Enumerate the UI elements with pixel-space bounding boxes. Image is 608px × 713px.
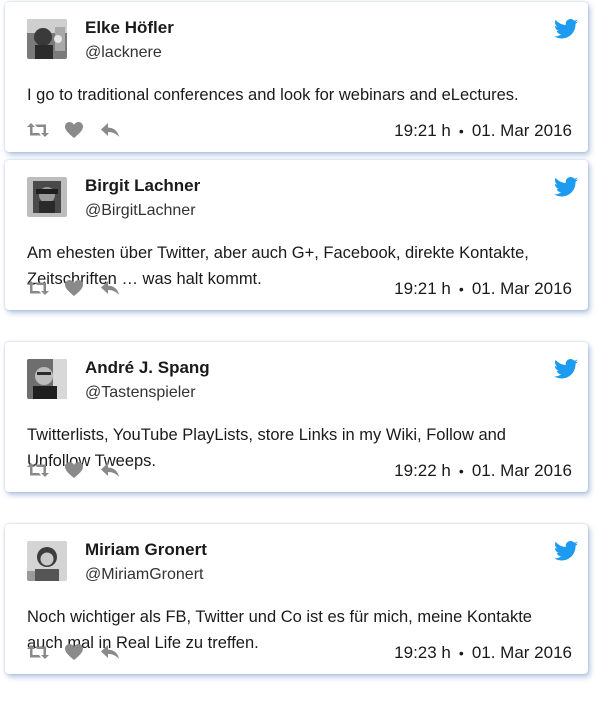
separator-dot: •: [458, 281, 464, 297]
tweet-card[interactable]: Elke Höfler @lacknere I go to traditiona…: [5, 2, 588, 152]
separator-dot: •: [458, 123, 464, 139]
tweet-time: 19:22 h: [394, 461, 451, 480]
tweet-timestamp[interactable]: 19:22 h • 01. Mar 2016: [394, 461, 572, 481]
avatar[interactable]: [27, 177, 67, 217]
tweet-date: 01. Mar 2016: [471, 461, 572, 480]
reply-icon[interactable]: [99, 643, 121, 661]
tweet-actions: [27, 460, 135, 480]
author-handle[interactable]: @Tastenspieler: [85, 384, 196, 402]
retweet-icon[interactable]: [27, 121, 49, 139]
avatar[interactable]: [27, 19, 67, 59]
author-name[interactable]: Elke Höfler: [85, 18, 174, 38]
avatar[interactable]: [27, 541, 67, 581]
author-name[interactable]: André J. Spang: [85, 358, 210, 378]
reply-icon[interactable]: [99, 279, 121, 297]
retweet-icon[interactable]: [27, 643, 49, 661]
separator-dot: •: [458, 463, 464, 479]
retweet-icon[interactable]: [27, 461, 49, 479]
tweet-time: 19:21 h: [394, 279, 451, 298]
tweet-timestamp[interactable]: 19:23 h • 01. Mar 2016: [394, 643, 572, 663]
heart-icon[interactable]: [63, 461, 85, 479]
tweet-time: 19:23 h: [394, 643, 451, 662]
tweet-timestamp[interactable]: 19:21 h • 01. Mar 2016: [394, 279, 572, 299]
author-handle[interactable]: @lacknere: [85, 44, 162, 62]
tweet-time: 19:21 h: [394, 121, 451, 140]
tweet-actions: [27, 278, 135, 298]
tweet-date: 01. Mar 2016: [471, 121, 572, 140]
author-handle[interactable]: @BirgitLachner: [85, 202, 196, 220]
heart-icon[interactable]: [63, 279, 85, 297]
heart-icon[interactable]: [63, 643, 85, 661]
retweet-icon[interactable]: [27, 279, 49, 297]
separator-dot: •: [458, 645, 464, 661]
avatar[interactable]: [27, 359, 67, 399]
heart-icon[interactable]: [63, 121, 85, 139]
tweet-timestamp[interactable]: 19:21 h • 01. Mar 2016: [394, 121, 572, 141]
author-handle[interactable]: @MiriamGronert: [85, 566, 203, 584]
tweet-date: 01. Mar 2016: [471, 643, 572, 662]
tweet-card[interactable]: André J. Spang @Tastenspieler Twitterlis…: [5, 342, 588, 492]
reply-icon[interactable]: [99, 461, 121, 479]
tweet-card[interactable]: Miriam Gronert @MiriamGronert Noch wicht…: [5, 524, 588, 674]
tweet-text: I go to traditional conferences and look…: [27, 86, 519, 104]
tweet-card[interactable]: Birgit Lachner @BirgitLachner Am ehesten…: [5, 160, 588, 310]
author-name[interactable]: Miriam Gronert: [85, 540, 207, 560]
twitter-bird-icon[interactable]: [554, 19, 578, 39]
twitter-bird-icon[interactable]: [554, 177, 578, 197]
twitter-bird-icon[interactable]: [554, 359, 578, 379]
tweet-actions: [27, 642, 135, 662]
tweet-date: 01. Mar 2016: [471, 279, 572, 298]
author-name[interactable]: Birgit Lachner: [85, 176, 200, 196]
tweet-feed: Elke Höfler @lacknere I go to traditiona…: [0, 0, 608, 713]
tweet-actions: [27, 120, 135, 140]
reply-icon[interactable]: [99, 121, 121, 139]
twitter-bird-icon[interactable]: [554, 541, 578, 561]
